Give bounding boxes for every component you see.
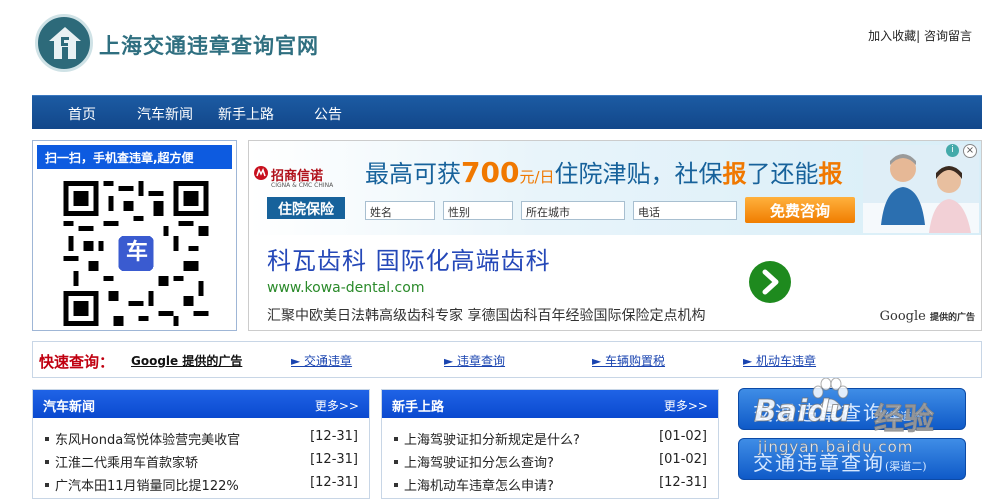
bullet-icon xyxy=(394,460,398,464)
bullet-icon xyxy=(394,437,398,441)
headline-bao-2: 报 xyxy=(818,160,843,188)
phone-field[interactable]: 电话 xyxy=(633,201,737,220)
people-photo xyxy=(863,145,979,233)
headline-unit: 元/日 xyxy=(519,168,555,186)
nav-item-notice[interactable]: 公告 xyxy=(314,104,342,124)
headline-mid: 住院津贴，社保 xyxy=(554,160,723,188)
bullet-icon xyxy=(45,483,49,487)
list-item[interactable]: 上海机动车违章怎么申请? [12-31] xyxy=(392,475,707,497)
top-links: 加入收藏| 咨询留言 xyxy=(868,27,972,44)
free-consult-button[interactable]: 免费咨询 xyxy=(745,197,855,223)
house-icon xyxy=(49,27,81,59)
bullet-icon xyxy=(394,483,398,487)
car-news-title: 汽车新闻 xyxy=(43,400,96,415)
dental-ad-url[interactable]: www.kowa-dental.com xyxy=(267,280,424,296)
quick-link-purchase-tax[interactable]: ► 车辆购置税 xyxy=(592,352,665,369)
bullet-icon xyxy=(45,437,49,441)
list-item[interactable]: 东风Honda驾悦体验营完美收官 [12-31] xyxy=(43,429,358,451)
violation-query-channel-1-button[interactable]: 交通违章查询(渠道一) xyxy=(738,388,966,430)
channel-1-label: 交通违章查询 xyxy=(753,401,885,425)
quick-link-vehicle-violation[interactable]: ► 机动车违章 xyxy=(743,352,816,369)
gender-field[interactable]: 性别 xyxy=(443,201,513,220)
brand-sub: CIGNA & CMC CHINA xyxy=(271,182,334,189)
main-nav: 首页 汽车新闻 新手上路 公告 xyxy=(32,95,982,129)
bullet-icon xyxy=(45,460,49,464)
headline-pre: 最高可获 xyxy=(365,160,461,188)
car-news-more-link[interactable]: 更多>> xyxy=(315,397,359,414)
newbie-title: 新手上路 xyxy=(392,400,445,415)
qr-panel-title: 扫一扫，手机查违章,超方便 xyxy=(37,145,232,169)
site-name: 上海交通违章查询官网 xyxy=(99,33,319,58)
nav-item-home[interactable]: 首页 xyxy=(68,104,96,124)
ad-banner[interactable]: 招商信诺 CIGNA & CMC CHINA 住院保险 最高可获700元/日住院… xyxy=(248,140,982,331)
logo-emblem xyxy=(35,14,93,72)
quick-link-traffic-violation[interactable]: ► 交通违章 xyxy=(291,352,352,369)
headline-amount: 700 xyxy=(461,156,520,189)
google-ad-credit[interactable]: Google 提供的广告 xyxy=(880,309,975,324)
list-item[interactable]: 上海驾驶证扣分怎么查询? [01-02] xyxy=(392,452,707,474)
qr-center-char: 车 xyxy=(125,240,148,265)
quick-search-bar: 快速查询： Google 提供的广告 ► 交通违章 ► 违章查询 ► 车辆购置税… xyxy=(32,341,982,378)
google-wordmark: Google xyxy=(879,309,926,324)
city-field[interactable]: 所在城市 xyxy=(521,201,625,220)
add-favorite-link[interactable]: 加入收藏 xyxy=(868,29,916,43)
ad-info-icon[interactable]: i xyxy=(946,144,959,157)
channel-1-sub: (渠道一) xyxy=(885,410,927,423)
ad-headline: 最高可获700元/日住院津贴，社保报了还能报 xyxy=(365,154,843,189)
headline-mid-2: 了还能 xyxy=(746,160,819,188)
top-links-separator: | xyxy=(916,29,921,43)
qr-panel: 扫一扫，手机查违章,超方便 车 xyxy=(32,140,237,331)
channel-2-sub: (渠道二) xyxy=(885,460,927,473)
ad-close-icon[interactable]: × xyxy=(963,144,977,158)
headline-bao-1: 报 xyxy=(722,160,747,188)
newbie-more-link[interactable]: 更多>> xyxy=(664,397,708,414)
nav-item-newbie[interactable]: 新手上路 xyxy=(218,104,274,124)
quick-link-violation-query[interactable]: ► 违章查询 xyxy=(444,352,505,369)
quick-search-label: 快速查询： xyxy=(39,353,115,371)
list-item[interactable]: 江淮二代乘用车首款家轿 [12-31] xyxy=(43,452,358,474)
google-ad-credit-sub: 提供的广告 xyxy=(929,313,975,323)
violation-query-channel-2-button[interactable]: 交通违章查询(渠道二) xyxy=(738,438,966,480)
newbie-header: 新手上路 更多>> xyxy=(382,390,718,418)
nav-item-car-news[interactable]: 汽车新闻 xyxy=(137,104,193,124)
message-link[interactable]: 咨询留言 xyxy=(924,29,972,43)
google-ad-link[interactable]: Google 提供的广告 xyxy=(131,352,242,369)
dental-ad-description: 汇聚中欧美日法韩高级齿科专家 享德国齿科百年经验国际保险定点机构 xyxy=(267,308,706,324)
insurance-label: 住院保险 xyxy=(267,197,345,219)
list-item[interactable]: 上海驾驶证扣分新规定是什么? [01-02] xyxy=(392,429,707,451)
go-arrow-icon[interactable] xyxy=(749,261,791,303)
cmb-logo-icon xyxy=(254,166,268,180)
site-logo[interactable]: 上海交通违章查询官网 xyxy=(35,14,335,72)
dental-ad-title[interactable]: 科瓦齿科 国际化高端齿科 xyxy=(267,241,551,276)
car-news-header: 汽车新闻 更多>> xyxy=(33,390,369,418)
insurance-ad[interactable]: 招商信诺 CIGNA & CMC CHINA 住院保险 最高可获700元/日住院… xyxy=(249,141,981,235)
channel-2-label: 交通违章查询 xyxy=(753,451,885,475)
list-item[interactable]: 广汽本田11月销量同比提122% [12-31] xyxy=(43,475,358,497)
name-field[interactable]: 姓名 xyxy=(365,201,435,220)
